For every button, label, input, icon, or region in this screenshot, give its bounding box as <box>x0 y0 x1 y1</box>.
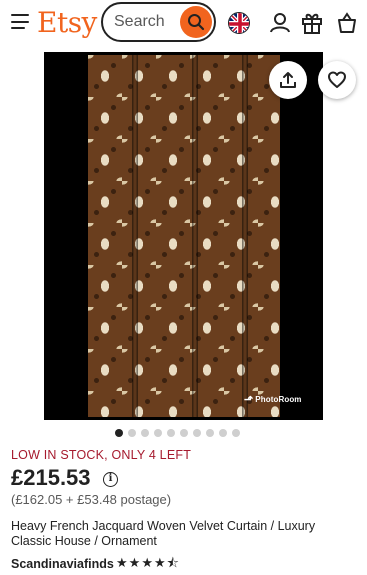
share-icon <box>280 72 296 88</box>
pagination-dot[interactable] <box>180 429 188 437</box>
search-input[interactable]: Search <box>101 2 216 42</box>
curtain-fold <box>192 55 198 417</box>
curtain-fold <box>242 55 248 417</box>
curtain-fold <box>132 55 138 417</box>
star-icon: ★ <box>116 555 128 570</box>
heart-icon <box>328 71 346 88</box>
star-icon: ★ <box>128 555 141 570</box>
pagination-dot[interactable] <box>193 429 201 437</box>
pagination-dot[interactable] <box>167 429 175 437</box>
search-placeholder: Search <box>114 13 165 30</box>
photoroom-watermark: ⬏ PhotoRoom <box>244 394 302 406</box>
pagination-dot[interactable] <box>206 429 214 437</box>
gift-icon[interactable] <box>300 11 324 35</box>
pagination-dot[interactable] <box>232 429 240 437</box>
pagination-dot[interactable] <box>141 429 149 437</box>
image-pagination <box>115 429 240 437</box>
curtain-photo <box>88 55 280 417</box>
star-icon: ★ <box>153 555 166 570</box>
product-image[interactable]: ⬏ PhotoRoom <box>44 52 323 420</box>
hamburger-menu-icon[interactable] <box>11 14 29 30</box>
price-breakdown: (£162.05 + £53.48 postage) <box>11 492 172 507</box>
profile-icon[interactable] <box>268 11 292 35</box>
product-title: Heavy French Jacquard Woven Velvet Curta… <box>11 519 316 548</box>
favorite-button[interactable] <box>318 61 356 99</box>
uk-flag-icon[interactable] <box>228 12 250 34</box>
rating-stars[interactable]: ★ ★ ★ ★ ⯪ <box>116 556 179 570</box>
etsy-logo[interactable]: Etsy <box>37 4 97 42</box>
search-button[interactable] <box>180 6 212 38</box>
stock-status: LOW IN STOCK, ONLY 4 LEFT <box>11 448 192 462</box>
info-icon[interactable]: i <box>103 472 118 487</box>
product-price: £215.53 <box>11 465 91 490</box>
search-icon <box>188 14 205 31</box>
half-star-icon: ⯪ <box>166 555 179 570</box>
pagination-dot[interactable] <box>154 429 162 437</box>
shop-name-link[interactable]: Scandinaviafinds <box>11 557 114 571</box>
star-icon: ★ <box>141 555 153 570</box>
pagination-dot[interactable] <box>219 429 227 437</box>
pagination-dot[interactable] <box>128 429 136 437</box>
header: Etsy Search <box>0 0 367 46</box>
shopping-bag-icon[interactable] <box>335 11 359 35</box>
share-button[interactable] <box>269 61 307 99</box>
pagination-dot[interactable] <box>115 429 123 437</box>
